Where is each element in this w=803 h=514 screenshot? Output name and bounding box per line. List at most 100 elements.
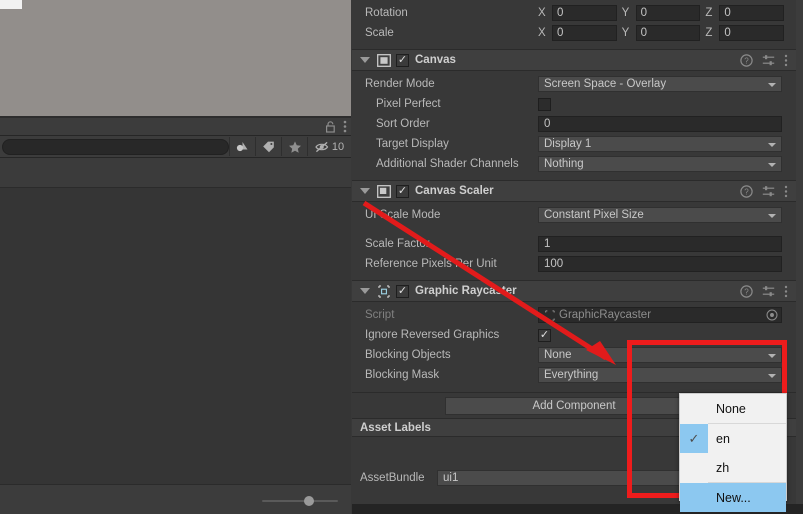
foldout-arrow-icon[interactable] [360, 57, 370, 63]
row-label: Target Display [376, 138, 449, 150]
foldout-arrow-icon[interactable] [360, 188, 370, 194]
dropdown-value: Everything [544, 369, 599, 381]
component-title: Canvas Scaler [415, 185, 494, 197]
help-icon[interactable]: ? [740, 185, 753, 201]
canvas-component-body: Render Mode Screen Space - Overlay Pixel… [352, 71, 796, 180]
add-component-button[interactable]: Add Component [445, 396, 703, 415]
hidden-count-label: 10 [331, 140, 345, 153]
scale-y-input[interactable]: 0 [635, 25, 701, 41]
row-label: Scale Factor [365, 238, 430, 250]
chevron-down-icon [768, 374, 776, 378]
row-label: Render Mode [365, 78, 435, 90]
scale-z-input[interactable]: 0 [719, 25, 785, 41]
assetbundle-variant-dropdown[interactable]: None ✓ en zh New... [679, 393, 787, 512]
kebab-menu-icon[interactable] [784, 54, 788, 70]
kebab-menu-icon[interactable] [784, 185, 788, 201]
ignore-reversed-graphics-checkbox[interactable]: ✓ [538, 328, 551, 342]
viewport-tab-handle[interactable] [0, 0, 22, 9]
component-header-actions: ? [740, 54, 788, 70]
search-input[interactable] [2, 138, 230, 155]
pixel-perfect-checkbox[interactable] [538, 97, 551, 111]
chevron-down-icon [768, 354, 776, 358]
slider-knob[interactable] [304, 496, 314, 506]
canvas-enabled-checkbox[interactable]: ✓ [396, 53, 409, 67]
object-picker-icon [766, 309, 778, 321]
row-label: Rotation [365, 7, 408, 19]
project-footer-bar [0, 484, 351, 514]
row-label: Additional Shader Channels [376, 158, 519, 170]
rotation-y-input[interactable]: 0 [635, 5, 701, 21]
preset-icon[interactable] [762, 185, 775, 201]
chevron-down-icon [768, 83, 776, 87]
axis-label-x: X [538, 27, 546, 39]
script-object-field[interactable]: GraphicRaycaster [538, 307, 782, 323]
project-header-icons [325, 120, 347, 136]
preset-icon[interactable] [762, 54, 775, 70]
row-label: Script [365, 309, 395, 321]
thumbnail-size-slider[interactable] [262, 495, 350, 507]
svg-text:?: ? [744, 57, 749, 66]
unity-editor-window: 10 Rotation X 0 Y 0 Z 0 Scale X 0 Y 0 Z … [0, 0, 803, 514]
rotation-z-input[interactable]: 0 [719, 5, 785, 21]
component-header-canvas-scaler[interactable]: ✓ Canvas Scaler ? [352, 180, 796, 202]
target-display-dropdown[interactable]: Display 1 [538, 136, 782, 152]
component-header-actions: ? [740, 285, 788, 301]
rotation-x-input[interactable]: 0 [552, 5, 617, 21]
project-breadcrumb-bar [0, 158, 351, 188]
property-row-scale-factor: Scale Factor 1 [352, 234, 796, 254]
dropdown-item-none[interactable]: None [680, 394, 786, 423]
left-panel: 10 [0, 0, 351, 514]
component-header-graphic-raycaster[interactable]: ✓ Graphic Raycaster ? [352, 280, 796, 302]
transform-row-rotation: Rotation X 0 Y 0 Z 0 [352, 3, 796, 23]
reference-pixels-per-unit-input[interactable]: 100 [538, 256, 782, 272]
component-header-actions: ? [740, 185, 788, 201]
vector3-field: X 0 Y 0 Z 0 [538, 5, 796, 21]
hidden-packages-toggle[interactable]: 10 [307, 137, 351, 156]
scale-x-input[interactable]: 0 [552, 25, 617, 41]
graphic-raycaster-icon [376, 284, 391, 299]
render-mode-dropdown[interactable]: Screen Space - Overlay [538, 76, 782, 92]
ui-scale-mode-dropdown[interactable]: Constant Pixel Size [538, 207, 782, 223]
script-type-icon [545, 309, 555, 321]
blocking-mask-dropdown[interactable]: Everything [538, 367, 782, 383]
dropdown-value: Screen Space - Overlay [544, 78, 667, 90]
help-icon[interactable]: ? [740, 285, 753, 301]
property-row-blocking-mask: Blocking Mask Everything [352, 365, 796, 385]
help-icon[interactable]: ? [740, 54, 753, 70]
axis-label-z: Z [705, 7, 713, 19]
axis-label-z: Z [705, 27, 713, 39]
project-panel-header [0, 118, 351, 136]
canvas-icon [376, 53, 391, 68]
canvas-scaler-icon [376, 184, 391, 199]
dropdown-item-zh[interactable]: zh [680, 453, 786, 482]
scale-factor-input[interactable]: 1 [538, 236, 782, 252]
project-asset-list[interactable] [0, 188, 351, 484]
dropdown-item-label: New... [716, 490, 751, 505]
preset-icon[interactable] [762, 285, 775, 301]
project-search-toolbar: 10 [0, 136, 351, 158]
dropdown-item-en[interactable]: ✓ en [680, 424, 786, 453]
filter-by-type-icon[interactable] [229, 137, 256, 156]
component-header-canvas[interactable]: ✓ Canvas ? [352, 49, 796, 71]
dropdown-item-new[interactable]: New... [680, 483, 786, 512]
blocking-objects-dropdown[interactable]: None [538, 347, 782, 363]
lock-icon[interactable] [325, 120, 336, 136]
graphic-raycaster-component-body: Script GraphicRaycaster Ignore Reversed … [352, 302, 796, 392]
foldout-arrow-icon[interactable] [360, 288, 370, 294]
sort-order-input[interactable]: 0 [538, 116, 782, 132]
dropdown-value: Constant Pixel Size [544, 209, 644, 221]
favorite-star-icon[interactable] [281, 137, 308, 156]
property-row-ui-scale-mode: UI Scale Mode Constant Pixel Size [352, 205, 796, 225]
component-title: Canvas [415, 54, 456, 66]
chevron-down-icon [768, 143, 776, 147]
canvas-scaler-enabled-checkbox[interactable]: ✓ [396, 184, 409, 198]
dropdown-value: Nothing [544, 158, 584, 170]
scene-viewport[interactable] [0, 0, 351, 118]
filter-by-label-icon[interactable] [255, 137, 282, 156]
kebab-menu-icon[interactable] [343, 120, 347, 136]
kebab-menu-icon[interactable] [784, 285, 788, 301]
graphic-raycaster-enabled-checkbox[interactable]: ✓ [396, 284, 409, 298]
inspector-vertical-scrollbar[interactable] [796, 0, 803, 514]
eye-off-icon [315, 141, 329, 152]
additional-shader-channels-dropdown[interactable]: Nothing [538, 156, 782, 172]
